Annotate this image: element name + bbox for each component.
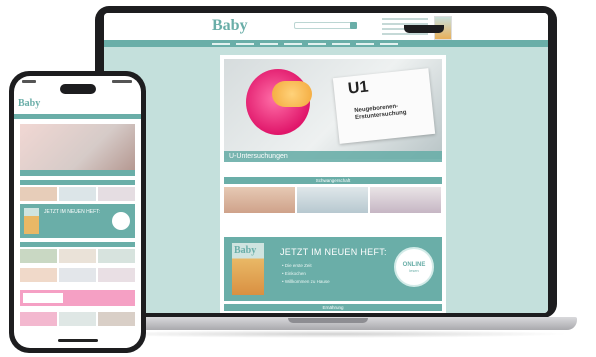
phone-thumbnail[interactable] [59,268,96,282]
main-nav-items[interactable] [212,41,398,45]
phone-thumbnail[interactable] [98,268,135,282]
phone-thumbnail[interactable] [98,249,135,263]
laptop-shadow [90,330,570,338]
magazine-bullet: • Einkochen [282,271,306,276]
content-column: U1 Neugeborenen-Erstuntersuchung U-Unter… [220,55,446,313]
magazine-bullet: • Willkommen zu Hause [282,279,330,284]
camera-notch [404,25,444,33]
magazine-bullet: • Die erste Zeit [282,263,312,268]
phone-nav-bar[interactable] [14,114,141,119]
article-thumbnail[interactable] [370,187,441,213]
phone-thumbnail-row [20,187,135,201]
site-header: Baby [104,13,548,40]
phone-thumbnail[interactable] [20,268,57,282]
phone-magazine-headline: JETZT IM NEUEN HEFT: [44,209,101,215]
online-read-badge[interactable]: ONLINE lesen [394,247,434,287]
phone-dynamic-island [60,84,96,94]
phone-promo-logo [23,293,63,303]
online-badge-sub: lesen [409,268,419,273]
phone-promo-banner[interactable] [20,290,135,306]
magazine-logo: Baby [234,245,257,256]
u1-card-title: U1 [347,78,370,98]
phone-hero-caption[interactable] [20,170,135,176]
u1-card-subtitle: Neugeborenen-Erstuntersuchung [354,103,407,122]
phone-thumbnail-row [20,249,135,263]
section-header-second[interactable]: Ernährung [224,304,442,311]
magazine-promo[interactable]: Baby JETZT IM NEUEN HEFT: • Die erste Ze… [224,237,442,301]
section-header-first[interactable]: Schwangerschaft [224,177,442,184]
phone-thumbnail[interactable] [20,187,57,201]
search-input[interactable] [294,22,354,29]
hero-caption[interactable]: U-Untersuchungen [224,151,442,162]
phone-thumbnail[interactable] [59,187,96,201]
phone-section-header[interactable] [20,242,135,247]
article-thumbnail[interactable] [297,187,368,213]
u1-card: U1 Neugeborenen-Erstuntersuchung [332,68,436,144]
search-button[interactable] [350,22,357,29]
phone-site-logo[interactable]: Baby [18,98,40,109]
phone-thumbnail[interactable] [98,312,135,326]
phone-thumbnail[interactable] [59,312,96,326]
phone-thumbnail-row [20,268,135,282]
phone-thumbnail[interactable] [20,249,57,263]
phone-magazine-cover [24,208,39,234]
article-thumbnails-row [224,187,441,213]
phone-section-header[interactable] [20,180,135,185]
magazine-cover[interactable]: Baby [232,243,264,295]
article-thumbnail[interactable] [224,187,295,213]
phone-thumbnail[interactable] [20,312,57,326]
phone-screen: Baby JETZT IM NEUEN HEFT: [14,76,141,348]
laptop-trackpad-lip [288,318,368,323]
phone-thumbnail[interactable] [59,249,96,263]
site-logo[interactable]: Baby [212,17,248,35]
pacifier-nipple [272,81,312,107]
phone-hero-image[interactable] [20,124,135,170]
phone-thumbnail-row [20,312,135,326]
phone-thumbnail[interactable] [98,187,135,201]
phone-home-indicator [58,339,98,342]
phone-magazine-promo[interactable]: JETZT IM NEUEN HEFT: [20,204,135,238]
laptop-screen: Baby U1 Neugeborenen-Erstuntersuchung U-… [104,13,548,313]
device-mockup: Baby U1 Neugeborenen-Erstuntersuchung U-… [0,0,596,357]
hero-image[interactable]: U1 Neugeborenen-Erstuntersuchung [224,59,442,159]
magazine-headline: JETZT IM NEUEN HEFT: [280,247,387,257]
phone-online-badge[interactable] [112,212,130,230]
